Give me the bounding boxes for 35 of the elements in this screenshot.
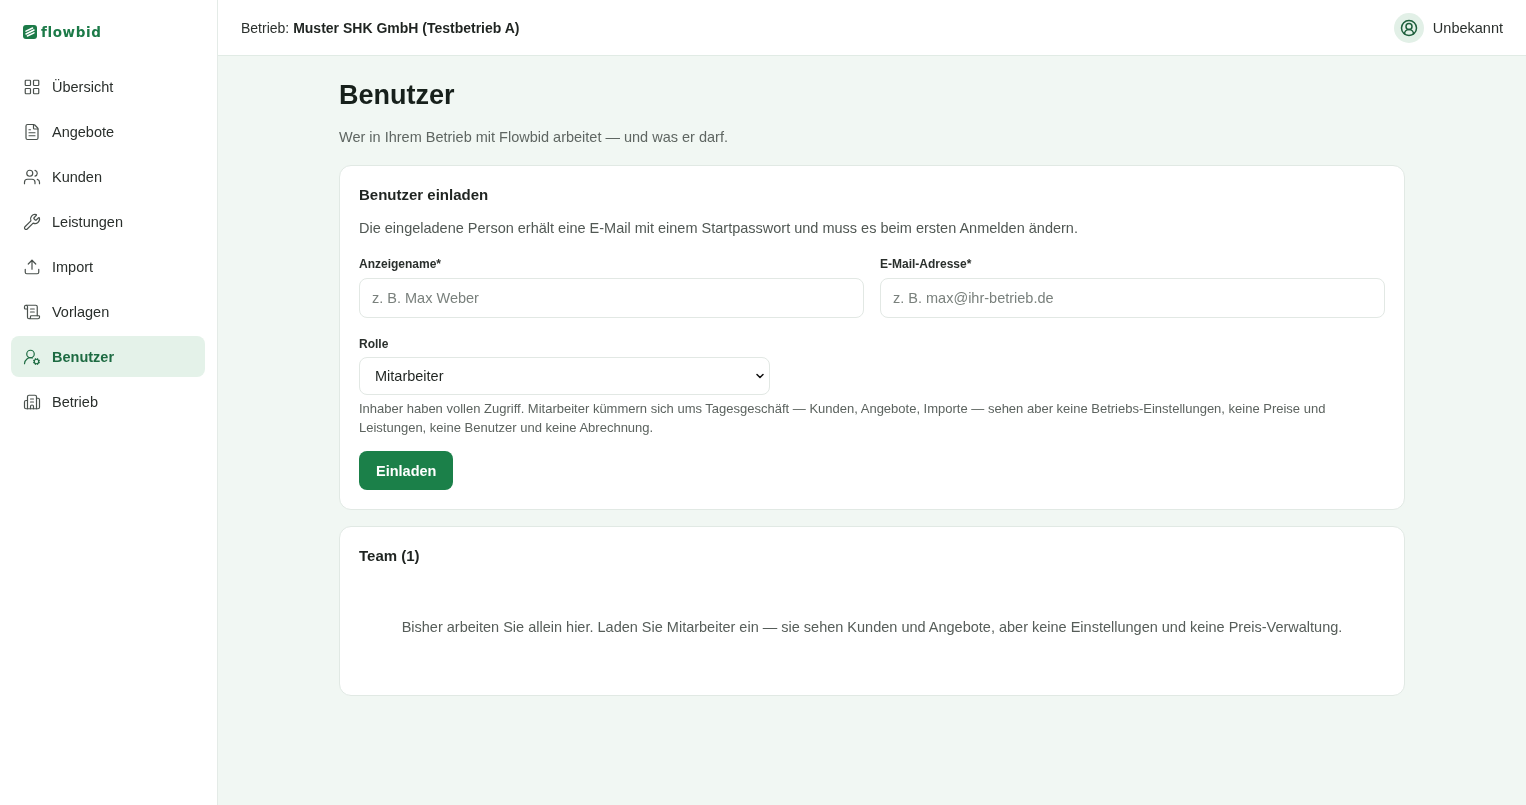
- grid-icon: [23, 77, 41, 96]
- field-label: Rolle: [359, 336, 390, 352]
- sidebar-item[interactable]: Kunden: [11, 156, 205, 197]
- role-select[interactable]: Mitarbeiter: [359, 357, 770, 395]
- card-description: Die eingeladene Person erhält eine E-Mail mit einem Startpasswort und muss es beim ersten Anmelden ändern.: [359, 219, 1079, 238]
- card-title: Team (1): [359, 546, 421, 566]
- input-field[interactable]: z. B. Max Weber: [359, 278, 864, 318]
- logo-icon: [23, 25, 37, 39]
- field-label: E-Mail-Adresse*: [880, 256, 973, 272]
- scroll-icon: [23, 302, 41, 321]
- building-icon: [23, 392, 41, 411]
- empty-state-text: Bisher arbeiten Sie allein hier. Laden Sie Mitarbeiter ein — sie sehen Kunden und Angebote, aber keine Einstellungen und keine Preis-Verwaltung.: [400, 618, 1344, 637]
- document-icon: [23, 122, 41, 141]
- role-hint: Inhaber haben vollen Zugriff. Mitarbeiter kümmern sich ums Tagesgeschäft — Kunden, Angebote, Importe — sehen aber keine Betriebs-Einstellungen, keine Preise und Leistungen, keine Benutzer und keine Abrechnung.: [359, 400, 1327, 437]
- upload-icon: [23, 257, 41, 276]
- users-icon: [23, 167, 41, 186]
- card-title: Benutzer einladen: [359, 185, 490, 205]
- sidebar-item[interactable]: Benutzer: [11, 336, 205, 377]
- sidebar-item[interactable]: Betrieb: [11, 381, 205, 422]
- sidebar-item[interactable]: Vorlagen: [11, 291, 205, 332]
- user-avatar-icon: [1393, 12, 1424, 43]
- page-subtitle: Wer in Ihrem Betrieb mit Flowbid arbeitet — und was er darf.: [339, 128, 729, 147]
- invite-button[interactable]: Einladen: [359, 451, 454, 490]
- field-label: Anzeigename*: [359, 256, 443, 272]
- sidebar-item[interactable]: Übersicht: [11, 66, 205, 107]
- sidebar-item[interactable]: Leistungen: [11, 201, 205, 242]
- sidebar-item[interactable]: Import: [11, 246, 205, 287]
- business-name: Betrieb: Muster SHK GmbH (Testbetrieb A): [241, 19, 520, 36]
- user-gear-icon: [23, 347, 41, 366]
- input-field[interactable]: z. B. max@ihr-betrieb.de: [880, 278, 1385, 318]
- logo-text: flowbid: [41, 24, 102, 40]
- sidebar-item[interactable]: Angebote: [11, 111, 205, 152]
- user-menu[interactable]: Unbekannt: [1393, 12, 1503, 43]
- wrench-icon: [23, 212, 41, 231]
- page-title: Benutzer: [339, 79, 456, 111]
